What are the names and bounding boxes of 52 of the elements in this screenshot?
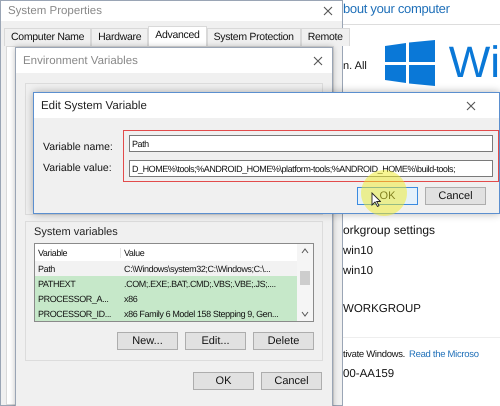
variable-value: x86 (123, 294, 138, 304)
section-title: orkgroup settings (343, 223, 436, 237)
group-label: System variables (34, 226, 119, 238)
window-title: System Properties (8, 5, 102, 17)
button[interactable]: Edit... (185, 332, 246, 350)
button[interactable]: OK (193, 372, 254, 390)
button[interactable]: Cancel (261, 372, 322, 390)
column-header[interactable]: Variable (35, 248, 121, 258)
brand-text: Wi (448, 40, 500, 86)
scroll-thumb[interactable] (300, 270, 310, 284)
close-icon[interactable] (466, 100, 476, 110)
dialog-title: Edit System Variable (41, 100, 147, 112)
close-icon[interactable] (313, 56, 323, 66)
scroll-down-icon (301, 311, 309, 317)
windows-logo-icon (384, 40, 435, 86)
variable-name: PATHEXT (37, 278, 76, 288)
column-header[interactable]: Value (121, 248, 297, 258)
variable-value: x86 Family 6 Model 158 Stepping 9, Gen... (123, 308, 280, 318)
activation-text: tivate Windows. (343, 349, 406, 360)
window-title: Environment Variables (23, 54, 138, 66)
tab[interactable]: System Protection (206, 28, 301, 46)
list-row[interactable]: Path C:\Windows\system32;C:\Windows;C:\... (35, 261, 297, 276)
setting-value: WORKGROUP (343, 303, 422, 315)
license-link[interactable]: Read the Microso (409, 349, 479, 360)
setting-value: win10 (343, 265, 374, 277)
page-heading: bout your computer (343, 1, 451, 16)
tab[interactable]: Computer Name (4, 28, 92, 46)
setting-value: win10 (343, 245, 374, 257)
button[interactable]: New... (117, 332, 178, 350)
tab[interactable]: Remote (300, 28, 350, 46)
field-label: Variable name: (43, 141, 114, 153)
variable-value: .COM;.EXE;.BAT;.CMD;.VBS;.VBE;.JS;.... (123, 278, 277, 288)
variable-value: C:\Windows\system32;C:\Windows;C:\... (123, 264, 272, 274)
variable-name: PROCESSOR_A... (37, 294, 110, 304)
button[interactable]: Cancel (425, 187, 486, 205)
input-field[interactable]: D_HOME%\tools;%ANDROID_HOME%\platform-tools;%ANDROID_HOME%\build-tools; (129, 160, 493, 177)
list-row[interactable]: PROCESSOR_A... x86 (35, 291, 297, 306)
list-row[interactable]: PATHEXT .COM;.EXE;.BAT;.CMD;.VBS;.VBE;.JS;.... (35, 276, 297, 291)
product-id: 00-AA159 (343, 368, 396, 380)
field-label: Variable value: (43, 162, 113, 174)
cursor-icon (371, 192, 381, 207)
variable-name: Path (37, 264, 56, 274)
input-field[interactable]: Path (129, 135, 493, 152)
tab[interactable]: Hardware (91, 28, 148, 46)
list-row[interactable]: PROCESSOR_ID... x86 Family 6 Model 158 Stepping 9, Gen... (35, 306, 297, 321)
tab[interactable]: Advanced (148, 26, 207, 46)
description-text: n. All (343, 60, 368, 72)
scroll-up-icon (301, 248, 309, 254)
close-icon[interactable] (323, 6, 333, 16)
scrollbar[interactable] (297, 244, 313, 321)
variable-name: PROCESSOR_ID... (37, 308, 112, 318)
button[interactable]: Delete (253, 332, 314, 350)
